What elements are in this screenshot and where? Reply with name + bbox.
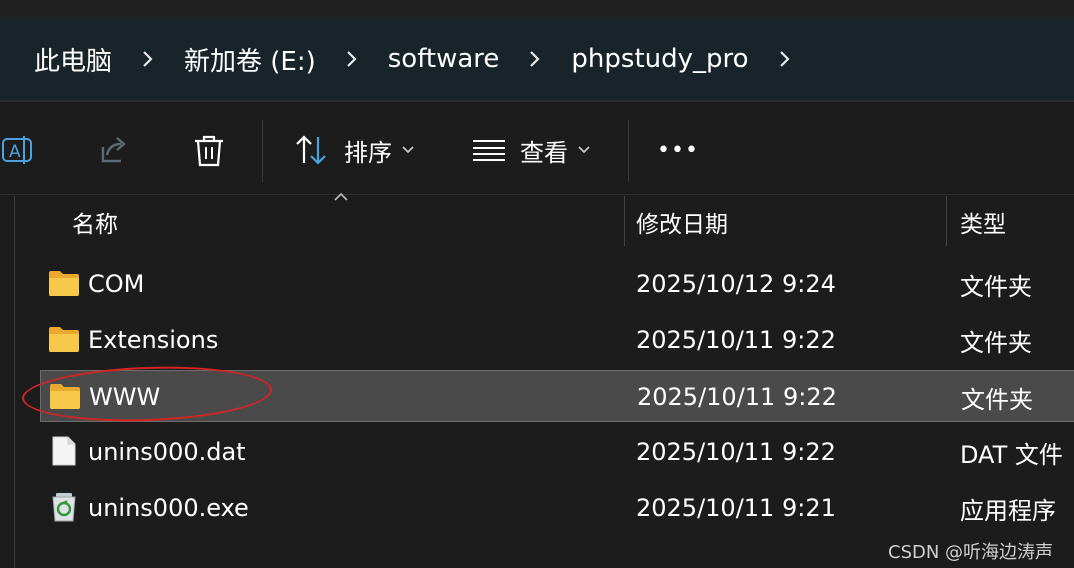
more-icon: ••• — [657, 137, 699, 163]
rename-button[interactable]: A — [0, 132, 36, 168]
file-row[interactable]: Extensions 2025/10/11 9:22 文件夹 — [40, 314, 1074, 366]
file-modified: 2025/10/11 9:22 — [636, 438, 836, 466]
view-label: 查看 — [520, 138, 568, 167]
title-strip — [0, 0, 1074, 18]
delete-button[interactable] — [190, 132, 228, 170]
file-type: 应用程序 — [960, 496, 1056, 525]
folder-icon — [49, 327, 79, 352]
view-list-icon — [473, 140, 505, 161]
trash-icon — [195, 135, 223, 167]
chevron-right-icon[interactable] — [346, 50, 358, 68]
chevron-down-icon — [578, 142, 590, 158]
file-modified: 2025/10/11 9:21 — [636, 494, 836, 522]
column-header-modified[interactable]: 修改日期 — [636, 196, 728, 248]
column-header-row: 名称 修改日期 类型 — [0, 192, 1074, 248]
column-divider[interactable] — [946, 196, 947, 246]
column-header-name[interactable]: 名称 — [72, 196, 118, 248]
file-icon — [52, 436, 76, 466]
share-button[interactable] — [96, 132, 132, 168]
svg-text:A: A — [9, 142, 21, 162]
breadcrumb-item-drive[interactable]: 新加卷 (E:) — [184, 41, 316, 78]
file-row[interactable]: unins000.dat 2025/10/11 9:22 DAT 文件 — [40, 426, 1074, 478]
breadcrumb-item-this-pc[interactable]: 此电脑 — [34, 41, 112, 78]
file-modified: 2025/10/12 9:24 — [636, 270, 836, 298]
sort-button[interactable]: 排序 — [294, 130, 414, 170]
view-button[interactable]: 查看 — [472, 130, 590, 170]
file-name: COM — [88, 270, 145, 298]
file-type: DAT 文件 — [960, 440, 1063, 469]
sort-icon — [296, 135, 326, 165]
file-modified: 2025/10/11 9:22 — [636, 326, 836, 354]
file-type: 文件夹 — [960, 272, 1032, 301]
file-name: Extensions — [88, 326, 219, 354]
file-row[interactable]: unins000.exe 2025/10/11 9:21 应用程序 — [40, 482, 1074, 534]
breadcrumb-item-software[interactable]: software — [388, 44, 500, 74]
toolbar-divider — [262, 120, 263, 182]
chevron-right-icon[interactable] — [142, 50, 154, 68]
address-bar[interactable]: 此电脑 新加卷 (E:) software phpstudy_pro — [0, 18, 1074, 100]
breadcrumb: 此电脑 新加卷 (E:) software phpstudy_pro — [0, 41, 821, 78]
file-name: unins000.dat — [88, 438, 246, 466]
file-row[interactable]: COM 2025/10/12 9:24 文件夹 — [40, 258, 1074, 310]
recycle-app-icon — [52, 493, 76, 522]
toolbar-divider — [628, 120, 629, 182]
navigation-pane-edge — [14, 196, 15, 568]
file-type: 文件夹 — [961, 385, 1033, 414]
watermark: CSDN @听海边涛声 — [888, 542, 1054, 563]
share-icon — [101, 137, 126, 163]
sort-ascending-icon — [334, 192, 348, 201]
chevron-right-icon[interactable] — [779, 50, 791, 68]
more-options-button[interactable]: ••• — [656, 132, 700, 168]
file-modified: 2025/10/11 9:22 — [637, 383, 837, 411]
command-bar: A 排序 查看 ••• — [0, 102, 1074, 195]
breadcrumb-item-phpstudy[interactable]: phpstudy_pro — [571, 44, 748, 74]
chevron-down-icon — [402, 142, 414, 158]
sort-label: 排序 — [344, 138, 392, 167]
column-header-type[interactable]: 类型 — [960, 196, 1006, 248]
rename-icon: A — [2, 136, 32, 164]
column-divider[interactable] — [624, 196, 625, 246]
chevron-right-icon[interactable] — [529, 50, 541, 68]
file-type: 文件夹 — [960, 328, 1032, 357]
file-name: unins000.exe — [88, 494, 249, 522]
folder-icon — [49, 271, 79, 296]
